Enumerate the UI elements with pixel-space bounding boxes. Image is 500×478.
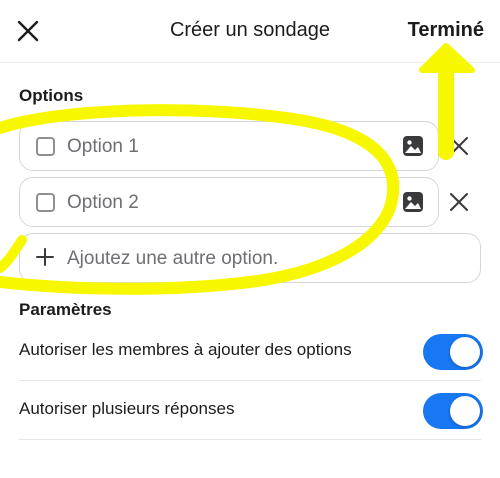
remove-option-1-button[interactable]	[447, 134, 471, 158]
option-field-2[interactable]: Option 2	[19, 177, 439, 227]
toggle-knob	[450, 396, 480, 426]
option-label: Option 1	[67, 136, 139, 157]
add-option-label: Ajoutez une autre option.	[67, 248, 279, 269]
option-checkbox[interactable]	[36, 193, 55, 212]
remove-icon	[450, 137, 468, 155]
setting-label: Autoriser les membres à ajouter des opti…	[19, 340, 352, 359]
toggle-knob	[450, 337, 480, 367]
remove-icon	[450, 193, 468, 211]
header: Créer un sondage Terminé	[0, 0, 500, 63]
done-button[interactable]: Terminé	[408, 19, 484, 42]
setting-row-allow-members-add: Autoriser les membres à ajouter des opti…	[19, 322, 483, 381]
image-icon[interactable]	[402, 191, 424, 213]
option-field-1[interactable]: Option 1	[19, 121, 439, 171]
allow-members-add-toggle[interactable]	[423, 334, 483, 370]
option-label: Option 2	[67, 192, 139, 213]
image-icon[interactable]	[402, 135, 424, 157]
add-option-button[interactable]: Ajoutez une autre option.	[19, 233, 481, 283]
settings-section-title: Paramètres	[19, 300, 112, 319]
multiple-answers-toggle[interactable]	[423, 393, 483, 429]
plus-icon	[36, 248, 54, 266]
option-checkbox[interactable]	[36, 137, 55, 156]
setting-label: Autoriser plusieurs réponses	[19, 399, 235, 418]
options-section-title: Options	[19, 86, 84, 105]
setting-row-multiple-answers: Autoriser plusieurs réponses	[19, 381, 483, 440]
remove-option-2-button[interactable]	[447, 190, 471, 214]
